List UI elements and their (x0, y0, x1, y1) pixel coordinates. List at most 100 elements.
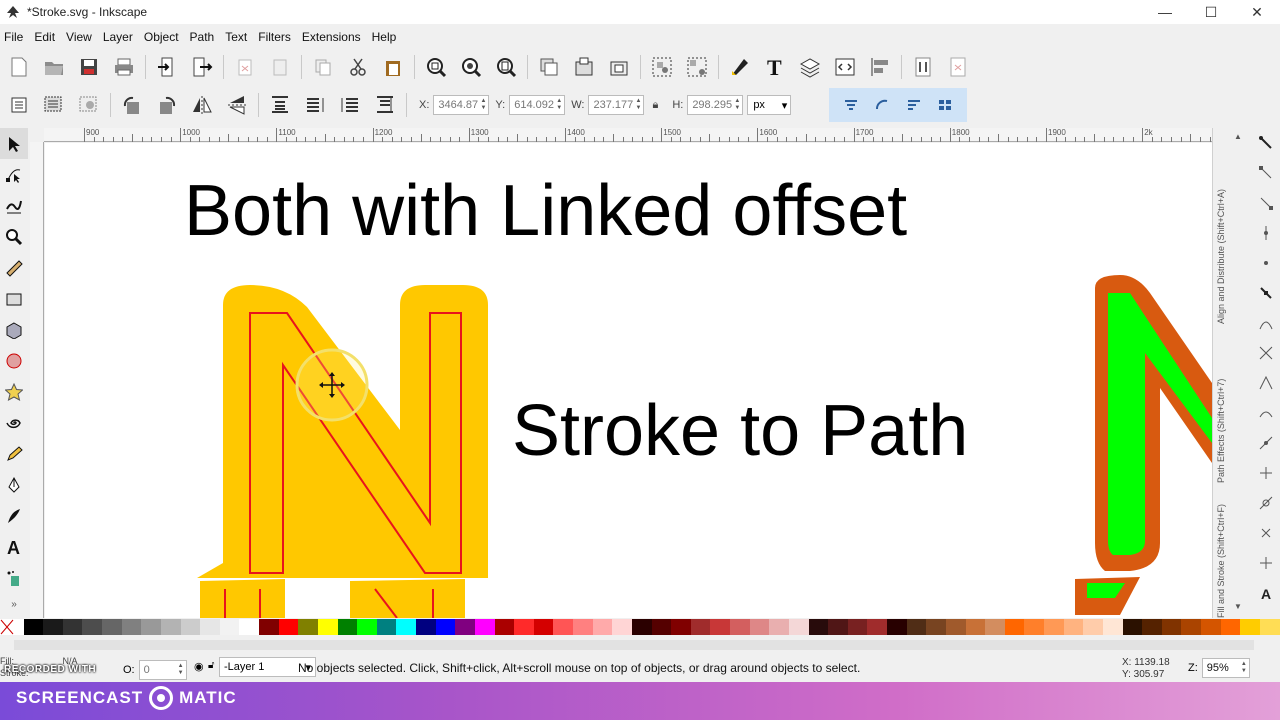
color-swatch[interactable] (867, 619, 888, 635)
redo-icon[interactable] (265, 53, 295, 81)
select-all-icon[interactable] (4, 91, 34, 119)
lock-icon[interactable]: 🔒︎ (652, 99, 658, 112)
color-swatch[interactable] (1044, 619, 1064, 635)
menu-edit[interactable]: Edit (34, 30, 62, 44)
select-all-layers-icon[interactable] (39, 91, 69, 119)
snap-center-icon[interactable] (1252, 458, 1280, 488)
measure-tool-icon[interactable] (0, 252, 28, 283)
color-swatch[interactable] (474, 619, 495, 635)
color-swatch[interactable] (1259, 619, 1280, 635)
spiral-tool-icon[interactable] (0, 407, 28, 438)
horizontal-scroll-thumb[interactable] (14, 640, 1254, 650)
color-swatch[interactable] (278, 619, 299, 635)
move-gradients-icon[interactable] (902, 91, 926, 119)
layers-icon[interactable] (795, 53, 825, 81)
lower-to-bottom-icon[interactable] (370, 91, 400, 119)
color-swatch[interactable] (1161, 619, 1182, 635)
move-patterns-icon[interactable] (933, 91, 957, 119)
w-field[interactable]: 237.177 ▲ ▼ (588, 95, 645, 115)
snap-midpoint-icon[interactable] (1252, 428, 1280, 458)
menu-file[interactable]: File (4, 30, 30, 44)
minimize-button[interactable]: — (1142, 0, 1188, 24)
color-swatch[interactable] (1201, 619, 1221, 635)
snap-nodes-icon[interactable] (1252, 278, 1280, 308)
maximize-button[interactable]: ☐ (1188, 0, 1234, 24)
color-swatch[interactable] (651, 619, 672, 635)
ellipse-tool-icon[interactable] (0, 345, 28, 376)
export-icon[interactable] (187, 53, 217, 81)
color-swatch[interactable] (435, 619, 456, 635)
snap-path-icon[interactable] (1252, 308, 1280, 338)
menu-view[interactable]: View (66, 30, 99, 44)
text-tool-icon[interactable]: A (0, 531, 28, 562)
color-swatch[interactable] (553, 619, 574, 635)
color-swatch[interactable] (788, 619, 809, 635)
color-swatch[interactable] (847, 619, 868, 635)
color-swatch[interactable] (533, 619, 554, 635)
scroll-down-icon[interactable]: ▼ (1234, 602, 1242, 611)
color-swatch[interactable] (416, 619, 436, 635)
menu-extensions[interactable]: Extensions (302, 30, 368, 44)
vertical-ruler[interactable] (30, 142, 44, 618)
zoom-field[interactable]: 95% ▲ ▼ (1201, 658, 1250, 678)
selector-tool-icon[interactable] (0, 128, 28, 159)
layer-lock-icon[interactable]: 🔓︎ (208, 660, 214, 671)
no-paint-swatch-icon[interactable] (0, 619, 24, 635)
flip-vertical-icon[interactable] (222, 91, 252, 119)
document-properties-icon[interactable] (943, 53, 973, 81)
color-swatch[interactable] (749, 619, 770, 635)
pencil-tool-icon[interactable] (0, 438, 28, 469)
color-swatch[interactable] (985, 619, 1005, 635)
color-swatch[interactable] (1181, 619, 1202, 635)
color-swatch[interactable] (926, 619, 946, 635)
dock-tab-align[interactable]: Align and Distribute (Shift+Ctrl+A) (1216, 134, 1226, 324)
paste-icon[interactable] (378, 53, 408, 81)
color-swatch[interactable] (1240, 619, 1260, 635)
snap-bbox-edge-icon[interactable] (1252, 188, 1280, 218)
color-swatch[interactable] (62, 619, 83, 635)
spin-arrows-icon[interactable]: ▲ ▼ (734, 98, 740, 112)
ungroup-icon[interactable] (682, 53, 712, 81)
menu-filters[interactable]: Filters (258, 30, 298, 44)
color-swatch[interactable] (573, 619, 593, 635)
orange-n-shape[interactable] (197, 285, 488, 618)
save-icon[interactable] (74, 53, 104, 81)
layer-visibility-icon[interactable]: ◉ (194, 660, 204, 673)
snap-bbox-corner-icon[interactable] (1252, 218, 1280, 248)
color-swatch[interactable] (298, 619, 318, 635)
3d-box-tool-icon[interactable] (0, 314, 28, 345)
spin-arrows-icon[interactable]: ▲ ▼ (636, 98, 642, 112)
xml-editor-icon[interactable] (830, 53, 860, 81)
color-swatch[interactable] (494, 619, 515, 635)
scale-stroke-icon[interactable] (839, 91, 863, 119)
flip-horizontal-icon[interactable] (187, 91, 217, 119)
rotate-ccw-icon[interactable] (117, 91, 147, 119)
clone-icon[interactable] (569, 53, 599, 81)
snap-rotation-center-icon[interactable] (1252, 488, 1280, 518)
color-swatch[interactable] (671, 619, 691, 635)
h-field[interactable]: 298.295 ▲ ▼ (687, 95, 744, 115)
color-swatch[interactable] (239, 619, 260, 635)
open-folder-icon[interactable] (39, 53, 69, 81)
menu-object[interactable]: Object (144, 30, 186, 44)
color-swatch[interactable] (200, 619, 220, 635)
color-palette[interactable] (0, 619, 1280, 635)
color-swatch[interactable] (376, 619, 397, 635)
rectangle-tool-icon[interactable] (0, 283, 28, 314)
horizontal-ruler[interactable]: 900 1000 1100 1200 1300 1400 1500 1600 1700 1800 1… (44, 128, 1212, 142)
duplicate-icon[interactable] (534, 53, 564, 81)
spin-arrows-icon[interactable]: ▲ ▼ (1241, 661, 1247, 675)
node-tool-icon[interactable] (0, 159, 28, 190)
x-field[interactable]: 3464.87 ▲ ▼ (433, 95, 490, 115)
color-swatch[interactable] (102, 619, 122, 635)
color-swatch[interactable] (945, 619, 966, 635)
color-swatch[interactable] (730, 619, 750, 635)
import-icon[interactable] (152, 53, 182, 81)
snap-smooth-icon[interactable] (1252, 398, 1280, 428)
color-swatch[interactable] (82, 619, 103, 635)
fill-stroke-icon[interactable] (725, 53, 755, 81)
snap-page-icon[interactable] (1252, 548, 1280, 578)
spin-arrows-icon[interactable]: ▲ ▼ (480, 98, 486, 112)
zoom-tool-icon[interactable] (0, 221, 28, 252)
lower-icon[interactable] (335, 91, 365, 119)
